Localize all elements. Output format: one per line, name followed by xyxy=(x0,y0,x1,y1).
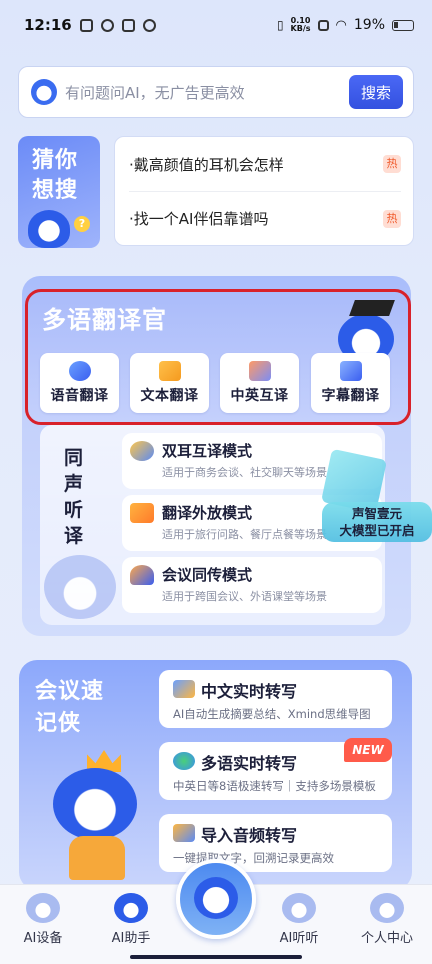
new-badge: NEW xyxy=(344,738,392,762)
nav-item-ai-device[interactable]: AI设备 xyxy=(8,893,78,946)
search-input[interactable]: 有问题问AI，无广告更高效 xyxy=(65,82,349,103)
text-translate-button[interactable]: 文本翻译 xyxy=(130,353,209,413)
crowned-mascot-icon xyxy=(37,750,147,880)
subtitle-icon xyxy=(339,361,362,381)
cn-en-icon xyxy=(248,361,271,381)
ai-listen-icon xyxy=(282,893,316,923)
mode-name: 会议同传模式 xyxy=(162,566,253,584)
megaphone-icon xyxy=(130,503,154,523)
subtitle-translate-label: 字幕翻译 xyxy=(321,388,380,404)
sim-icon xyxy=(317,19,329,31)
hot-search-text: ·戴高颜值的耳机会怎样 xyxy=(129,155,284,174)
model-badge-line1: 声智壹元 xyxy=(351,506,402,521)
nav-label: 个人中心 xyxy=(360,931,413,946)
simul-title: 同声听译 xyxy=(64,447,84,547)
vibrate-icon: ▯ xyxy=(276,18,284,32)
transcription-desc: 中英日等8语极速转写｜支持多场景模板 xyxy=(173,779,376,793)
app-icon xyxy=(142,18,156,32)
search-bar[interactable]: 有问题问AI，无广告更高效 搜索 xyxy=(18,66,414,118)
question-icon: ? xyxy=(74,216,90,232)
chinese-transcription-item[interactable]: 中文实时转写 AI自动生成摘要总结、Xmind思维导图 xyxy=(159,670,392,728)
hot-badge: 热 xyxy=(383,155,401,173)
ai-assistant-icon xyxy=(114,893,148,923)
model-enabled-badge[interactable]: 声智壹元 大模型已开启 xyxy=(322,502,432,542)
status-bar: 12:16 ▯ 0.10 KB/s ◠ 19% xyxy=(0,0,432,50)
voice-translate-label: 语音翻译 xyxy=(50,388,109,404)
book-icon xyxy=(173,680,195,698)
cn-en-translate-button[interactable]: 中英互译 xyxy=(220,353,299,413)
text-translate-icon xyxy=(158,361,181,381)
profile-icon xyxy=(370,893,404,923)
voice-translate-icon xyxy=(68,361,91,381)
network-speed: 0.10 KB/s xyxy=(291,17,311,33)
home-indicator[interactable] xyxy=(130,955,302,959)
nav-item-ai-assistant[interactable]: AI助手 xyxy=(96,893,166,946)
audio-import-item[interactable]: 导入音频转写 一键提取文字，回溯记录更高效 xyxy=(159,814,392,872)
transcription-name: 中文实时转写 xyxy=(201,682,298,701)
hot-badge: 热 xyxy=(383,209,401,228)
wifi-icon: ◠ xyxy=(335,17,347,33)
nav-item-profile[interactable]: 个人中心 xyxy=(352,893,422,946)
nav-label: AI助手 xyxy=(111,931,151,946)
nav-item-ai-listen[interactable]: AI听听 xyxy=(264,893,334,946)
text-translate-label: 文本翻译 xyxy=(140,388,199,404)
import-icon xyxy=(173,824,195,842)
nav-label: AI设备 xyxy=(23,931,63,946)
search-button[interactable]: 搜索 xyxy=(349,75,403,109)
cn-en-translate-label: 中英互译 xyxy=(230,388,289,404)
battery-text: 19% xyxy=(353,17,385,33)
wechat-icon xyxy=(100,18,114,32)
dual-ear-icon xyxy=(130,441,154,461)
hot-search-item[interactable]: ·戴高颜值的耳机会怎样 热 xyxy=(129,137,401,191)
bottom-nav: AI设备 AI助手 AI听听 个人中心 xyxy=(0,859,432,964)
status-time: 12:16 xyxy=(24,16,72,34)
nav-center-mascot-button[interactable] xyxy=(176,859,256,939)
calendar-icon xyxy=(121,18,135,32)
ai-device-icon xyxy=(26,893,60,923)
globe-icon xyxy=(173,752,195,770)
network-speed-unit: KB/s xyxy=(290,24,311,33)
conference-mode-item[interactable]: 会议同传模式 适用于跨国会议、外语课堂等场景 xyxy=(122,557,382,613)
hot-search-item[interactable]: ·找一个AI伴侣靠谱吗 热 xyxy=(129,191,401,245)
transcription-name: 多语实时转写 xyxy=(201,754,298,773)
meeting-title: 会议速记侠 xyxy=(35,679,105,736)
transcription-name: 导入音频转写 xyxy=(201,826,298,845)
guess-title: 猜你想搜 xyxy=(32,148,79,203)
model-badge-line2: 大模型已开启 xyxy=(339,523,415,538)
mascot-face-icon xyxy=(194,877,238,919)
transcription-desc: AI自动生成摘要总结、Xmind思维导图 xyxy=(173,707,371,721)
multilingual-translator-card: 多语翻译官 语音翻译 文本翻译 中英互译 字幕翻译 xyxy=(25,289,411,425)
subtitle-translate-button[interactable]: 字幕翻译 xyxy=(311,353,390,413)
mascot-icon xyxy=(31,79,57,105)
hot-search-list: ·戴高颜值的耳机会怎样 热 ·找一个AI伴侣靠谱吗 热 xyxy=(114,136,414,246)
guess-card[interactable]: 猜你想搜 ? xyxy=(18,136,100,248)
mascot-ufo-icon xyxy=(28,210,70,248)
translate-title: 多语翻译官 xyxy=(42,306,167,334)
battery-icon xyxy=(392,19,414,31)
voice-translate-button[interactable]: 语音翻译 xyxy=(40,353,119,413)
mascot-icon xyxy=(44,555,116,619)
mode-desc: 适用于跨国会议、外语课堂等场景 xyxy=(162,590,327,603)
headset-icon xyxy=(130,565,154,585)
nav-label: AI听听 xyxy=(279,931,319,946)
hot-search-text: ·找一个AI伴侣靠谱吗 xyxy=(129,210,269,228)
notification-icon xyxy=(79,18,93,32)
